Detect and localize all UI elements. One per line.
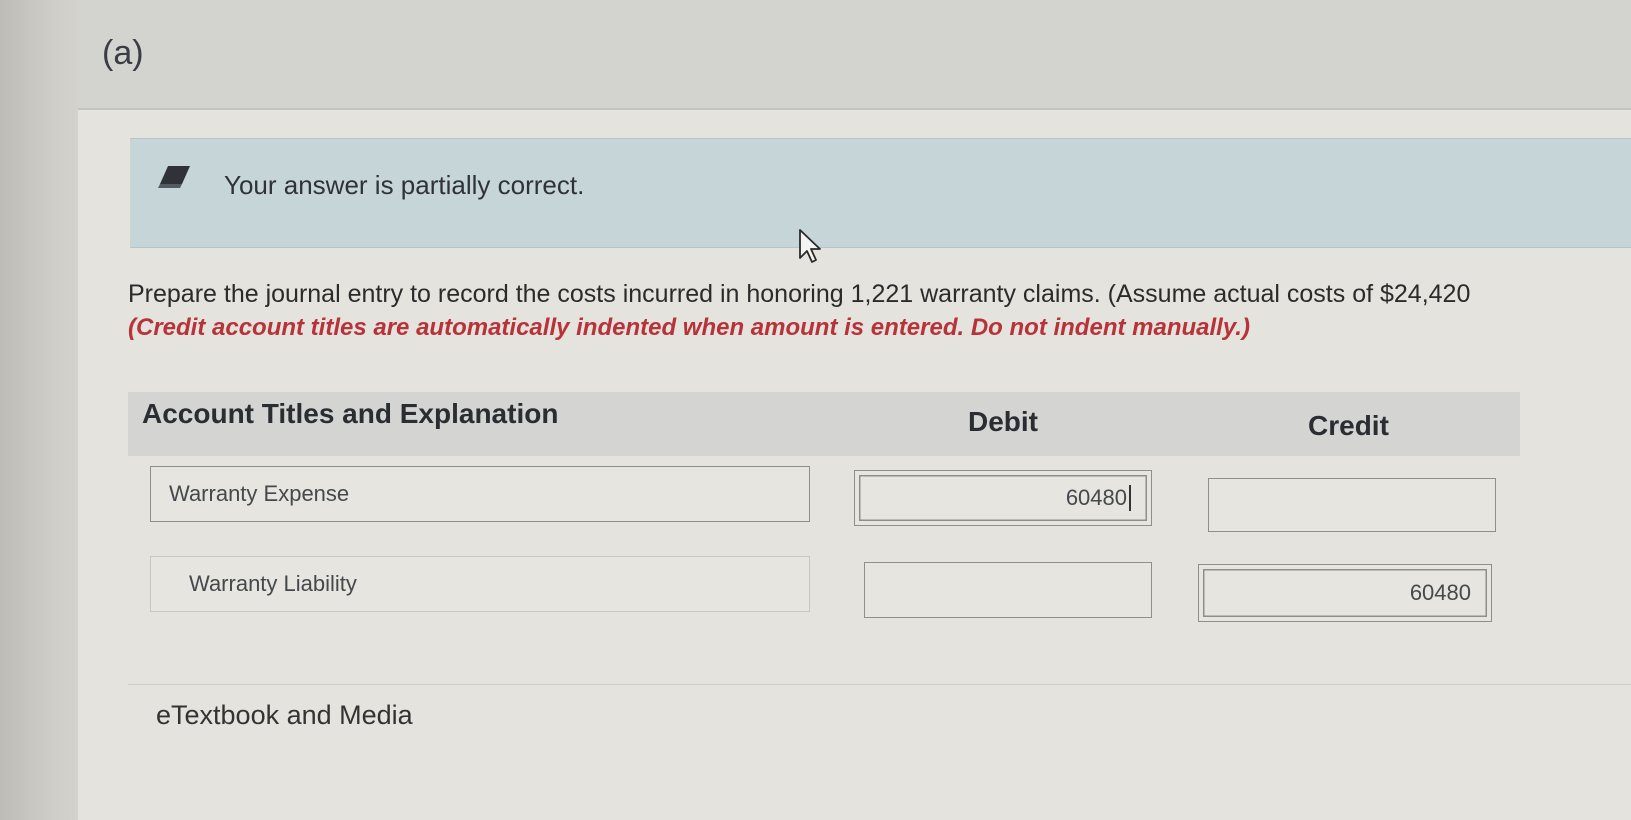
mouse-pointer-icon — [798, 228, 822, 264]
column-header-account: Account Titles and Explanation — [142, 398, 559, 429]
section-divider — [128, 684, 1631, 685]
row1-credit-input[interactable] — [1208, 478, 1496, 532]
question-prompt: Prepare the journal entry to record the … — [128, 280, 1471, 308]
part-header-band — [78, 0, 1631, 110]
row2-account-value: Warranty Liability — [189, 571, 357, 596]
row2-credit-input[interactable]: 60480 — [1198, 564, 1492, 622]
text-caret — [1129, 485, 1131, 511]
column-header-credit: Credit — [1308, 410, 1389, 441]
feedback-message: Your answer is partially correct. — [224, 170, 585, 200]
part-label: (a) — [102, 34, 144, 72]
column-header-debit: Debit — [968, 406, 1038, 437]
eraser-icon — [158, 164, 192, 190]
row1-account-value: Warranty Expense — [169, 481, 350, 506]
question-instruction-note: (Credit account titles are automatically… — [128, 314, 1250, 341]
row2-account-input[interactable]: Warranty Liability — [150, 556, 810, 612]
row2-credit-value: 60480 — [1409, 580, 1471, 605]
row1-debit-input[interactable]: 60480 — [854, 470, 1152, 526]
row1-account-input[interactable]: Warranty Expense — [150, 466, 810, 522]
row1-debit-value: 60480 — [1065, 485, 1127, 510]
row2-debit-input[interactable] — [864, 562, 1152, 618]
left-margin-strip — [0, 0, 78, 820]
etextbook-media-link[interactable]: eTextbook and Media — [156, 700, 413, 731]
